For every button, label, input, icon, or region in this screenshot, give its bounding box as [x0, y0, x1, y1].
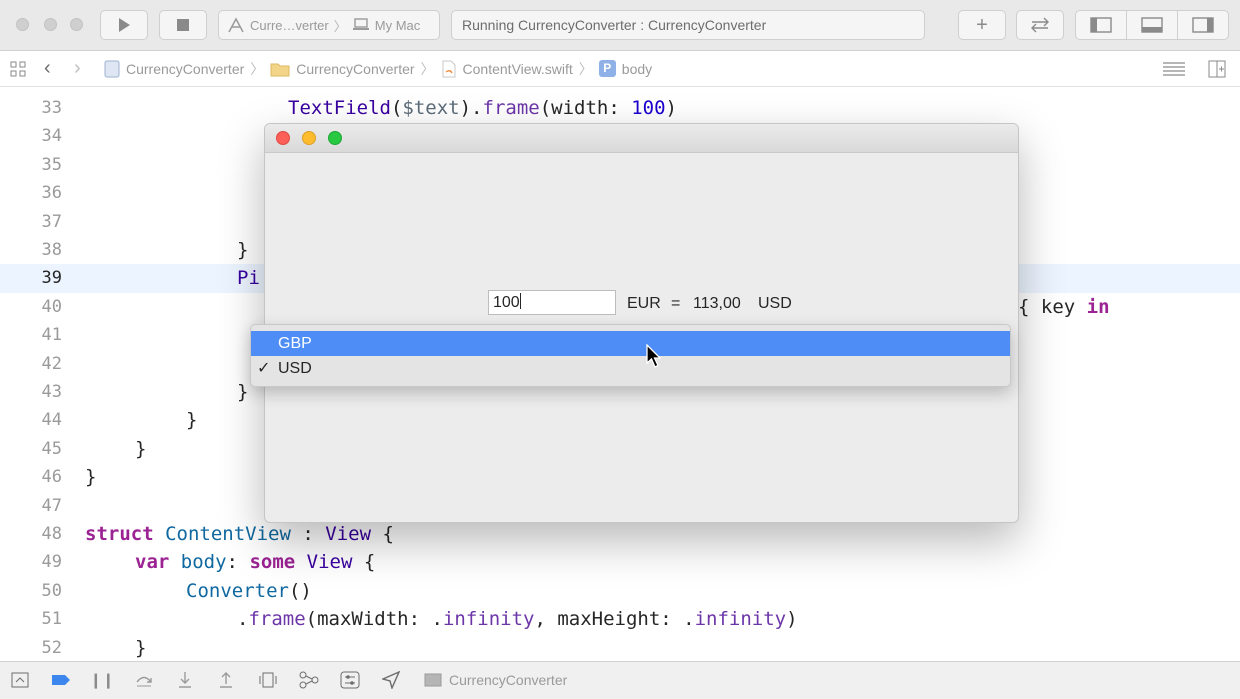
stop-icon — [177, 19, 189, 31]
editor-options-button[interactable] — [1162, 51, 1186, 86]
stop-button[interactable] — [159, 10, 207, 40]
app-title-bar[interactable] — [265, 124, 1018, 153]
forward-button[interactable]: › — [74, 51, 81, 86]
toggle-debug-area-button[interactable] — [1126, 10, 1178, 40]
source-currency-label: EUR — [627, 295, 661, 312]
mac-device-icon — [352, 18, 369, 30]
memory-graph-icon — [299, 671, 319, 689]
checkmark-icon: ✓ — [257, 360, 271, 377]
split-editor-icon — [1208, 60, 1226, 77]
scheme-target-label: Curre…verter — [250, 17, 329, 33]
step-into-button[interactable] — [175, 670, 195, 690]
code-review-button[interactable] — [1016, 10, 1064, 40]
breadcrumb-item-project[interactable]: CurrencyConverter — [126, 61, 244, 77]
app-window-icon — [424, 673, 442, 687]
swap-arrows-icon — [1031, 17, 1049, 33]
code-line: 52} — [41, 636, 147, 659]
pause-icon: ❙❙ — [89, 672, 115, 689]
currency-converter-window: 100 EUR = 113,00 USD — [264, 123, 1019, 523]
target-currency-label: USD — [758, 295, 792, 312]
property-icon: P — [598, 60, 616, 77]
library-button[interactable]: + — [958, 10, 1006, 40]
breadcrumb: CurrencyConverter 〉 CurrencyConverter 〉 … — [104, 51, 652, 86]
step-over-button[interactable] — [134, 670, 154, 690]
environment-icon — [340, 671, 360, 689]
currency-picker-menu: GBP ✓ USD — [250, 324, 1011, 387]
scheme-device-label: My Mac — [374, 17, 421, 33]
breakpoints-toggle[interactable] — [51, 670, 71, 690]
amount-input[interactable]: 100 — [488, 290, 616, 315]
debug-bar: ❙❙ CurrencyConverter — [0, 661, 1240, 699]
breakpoint-icon — [52, 675, 70, 685]
result-value: 113,00 — [693, 295, 741, 312]
minimize-window-button[interactable] — [44, 18, 57, 31]
run-button[interactable] — [100, 10, 148, 40]
view-debugger-button[interactable] — [258, 670, 278, 690]
xcode-toolbar: Curre…verter 〉 My Mac Running CurrencyCo… — [0, 0, 1240, 51]
pause-button[interactable]: ❙❙ — [89, 670, 115, 690]
step-over-icon — [136, 676, 152, 687]
view-hierarchy-icon — [259, 672, 277, 688]
toggle-navigator-button[interactable] — [1075, 10, 1127, 40]
project-icon — [104, 60, 120, 77]
folder-icon — [270, 63, 290, 76]
breadcrumb-item-group[interactable]: CurrencyConverter — [296, 61, 414, 77]
close-window-button[interactable] — [16, 18, 29, 31]
app-zoom-button[interactable] — [328, 131, 342, 145]
step-out-button[interactable] — [216, 670, 236, 690]
equals-label: = — [671, 295, 681, 312]
jump-bar: ‹ › CurrencyConverter 〉 CurrencyConverte… — [0, 51, 1240, 87]
chevron-left-icon: ‹ — [44, 57, 51, 79]
debug-area-icon — [11, 672, 29, 688]
plus-icon: + — [976, 13, 988, 36]
scheme-selector[interactable]: Curre…verter 〉 My Mac — [218, 10, 440, 40]
related-items-button[interactable] — [10, 51, 26, 86]
code-line: 48 struct ContentView : View { — [41, 523, 394, 545]
process-name-label: CurrencyConverter — [449, 672, 568, 688]
chevron-right-icon: 〉 — [333, 18, 347, 34]
breadcrumb-item-symbol[interactable]: body — [622, 61, 652, 77]
menu-item-usd[interactable]: ✓ USD — [251, 356, 1010, 381]
swift-file-icon — [442, 60, 456, 77]
chevron-right-icon: 〉 — [578, 60, 593, 77]
toggle-inspector-button[interactable] — [1177, 10, 1229, 40]
code-line: 50 Converter() — [41, 579, 312, 602]
chevron-right-icon: 〉 — [250, 60, 265, 77]
bottom-panel-icon — [1141, 17, 1163, 33]
app-minimize-button[interactable] — [302, 131, 316, 145]
step-into-icon — [179, 672, 191, 688]
zoom-window-button[interactable] — [70, 18, 83, 31]
location-arrow-icon — [382, 671, 400, 689]
simulate-location-button[interactable] — [381, 670, 401, 690]
app-target-icon — [228, 17, 244, 33]
left-panel-icon — [1090, 17, 1112, 33]
back-button[interactable]: ‹ — [44, 51, 51, 86]
lines-icon — [1163, 61, 1185, 76]
breadcrumb-item-file[interactable]: ContentView.swift — [463, 61, 573, 77]
code-line: 51 .frame(maxWidth: .infinity, maxHeight:… — [41, 608, 798, 631]
step-out-icon — [220, 672, 232, 688]
chevron-right-icon: 〉 — [420, 60, 435, 77]
add-editor-button[interactable] — [1208, 51, 1226, 86]
menu-item-gbp[interactable]: GBP — [251, 331, 1010, 356]
text-cursor — [519, 293, 521, 309]
process-indicator[interactable]: CurrencyConverter — [424, 670, 567, 690]
activity-status-text: Running CurrencyConverter : CurrencyConv… — [462, 17, 767, 33]
code-line: 33 TextField($text).frame(width: 100) — [41, 97, 677, 119]
hide-debug-area-button[interactable] — [10, 670, 30, 690]
memory-graph-button[interactable] — [299, 670, 319, 690]
right-panel-icon — [1192, 17, 1214, 33]
app-close-button[interactable] — [276, 131, 290, 145]
chevron-right-icon: › — [74, 57, 81, 79]
code-line: 49 var body: some View { — [41, 551, 376, 574]
environment-overrides-button[interactable] — [340, 670, 360, 690]
mouse-pointer-icon — [646, 344, 662, 368]
activity-view: Running CurrencyConverter : CurrencyConv… — [451, 10, 925, 40]
grid-icon — [10, 61, 26, 76]
play-icon — [119, 18, 130, 32]
